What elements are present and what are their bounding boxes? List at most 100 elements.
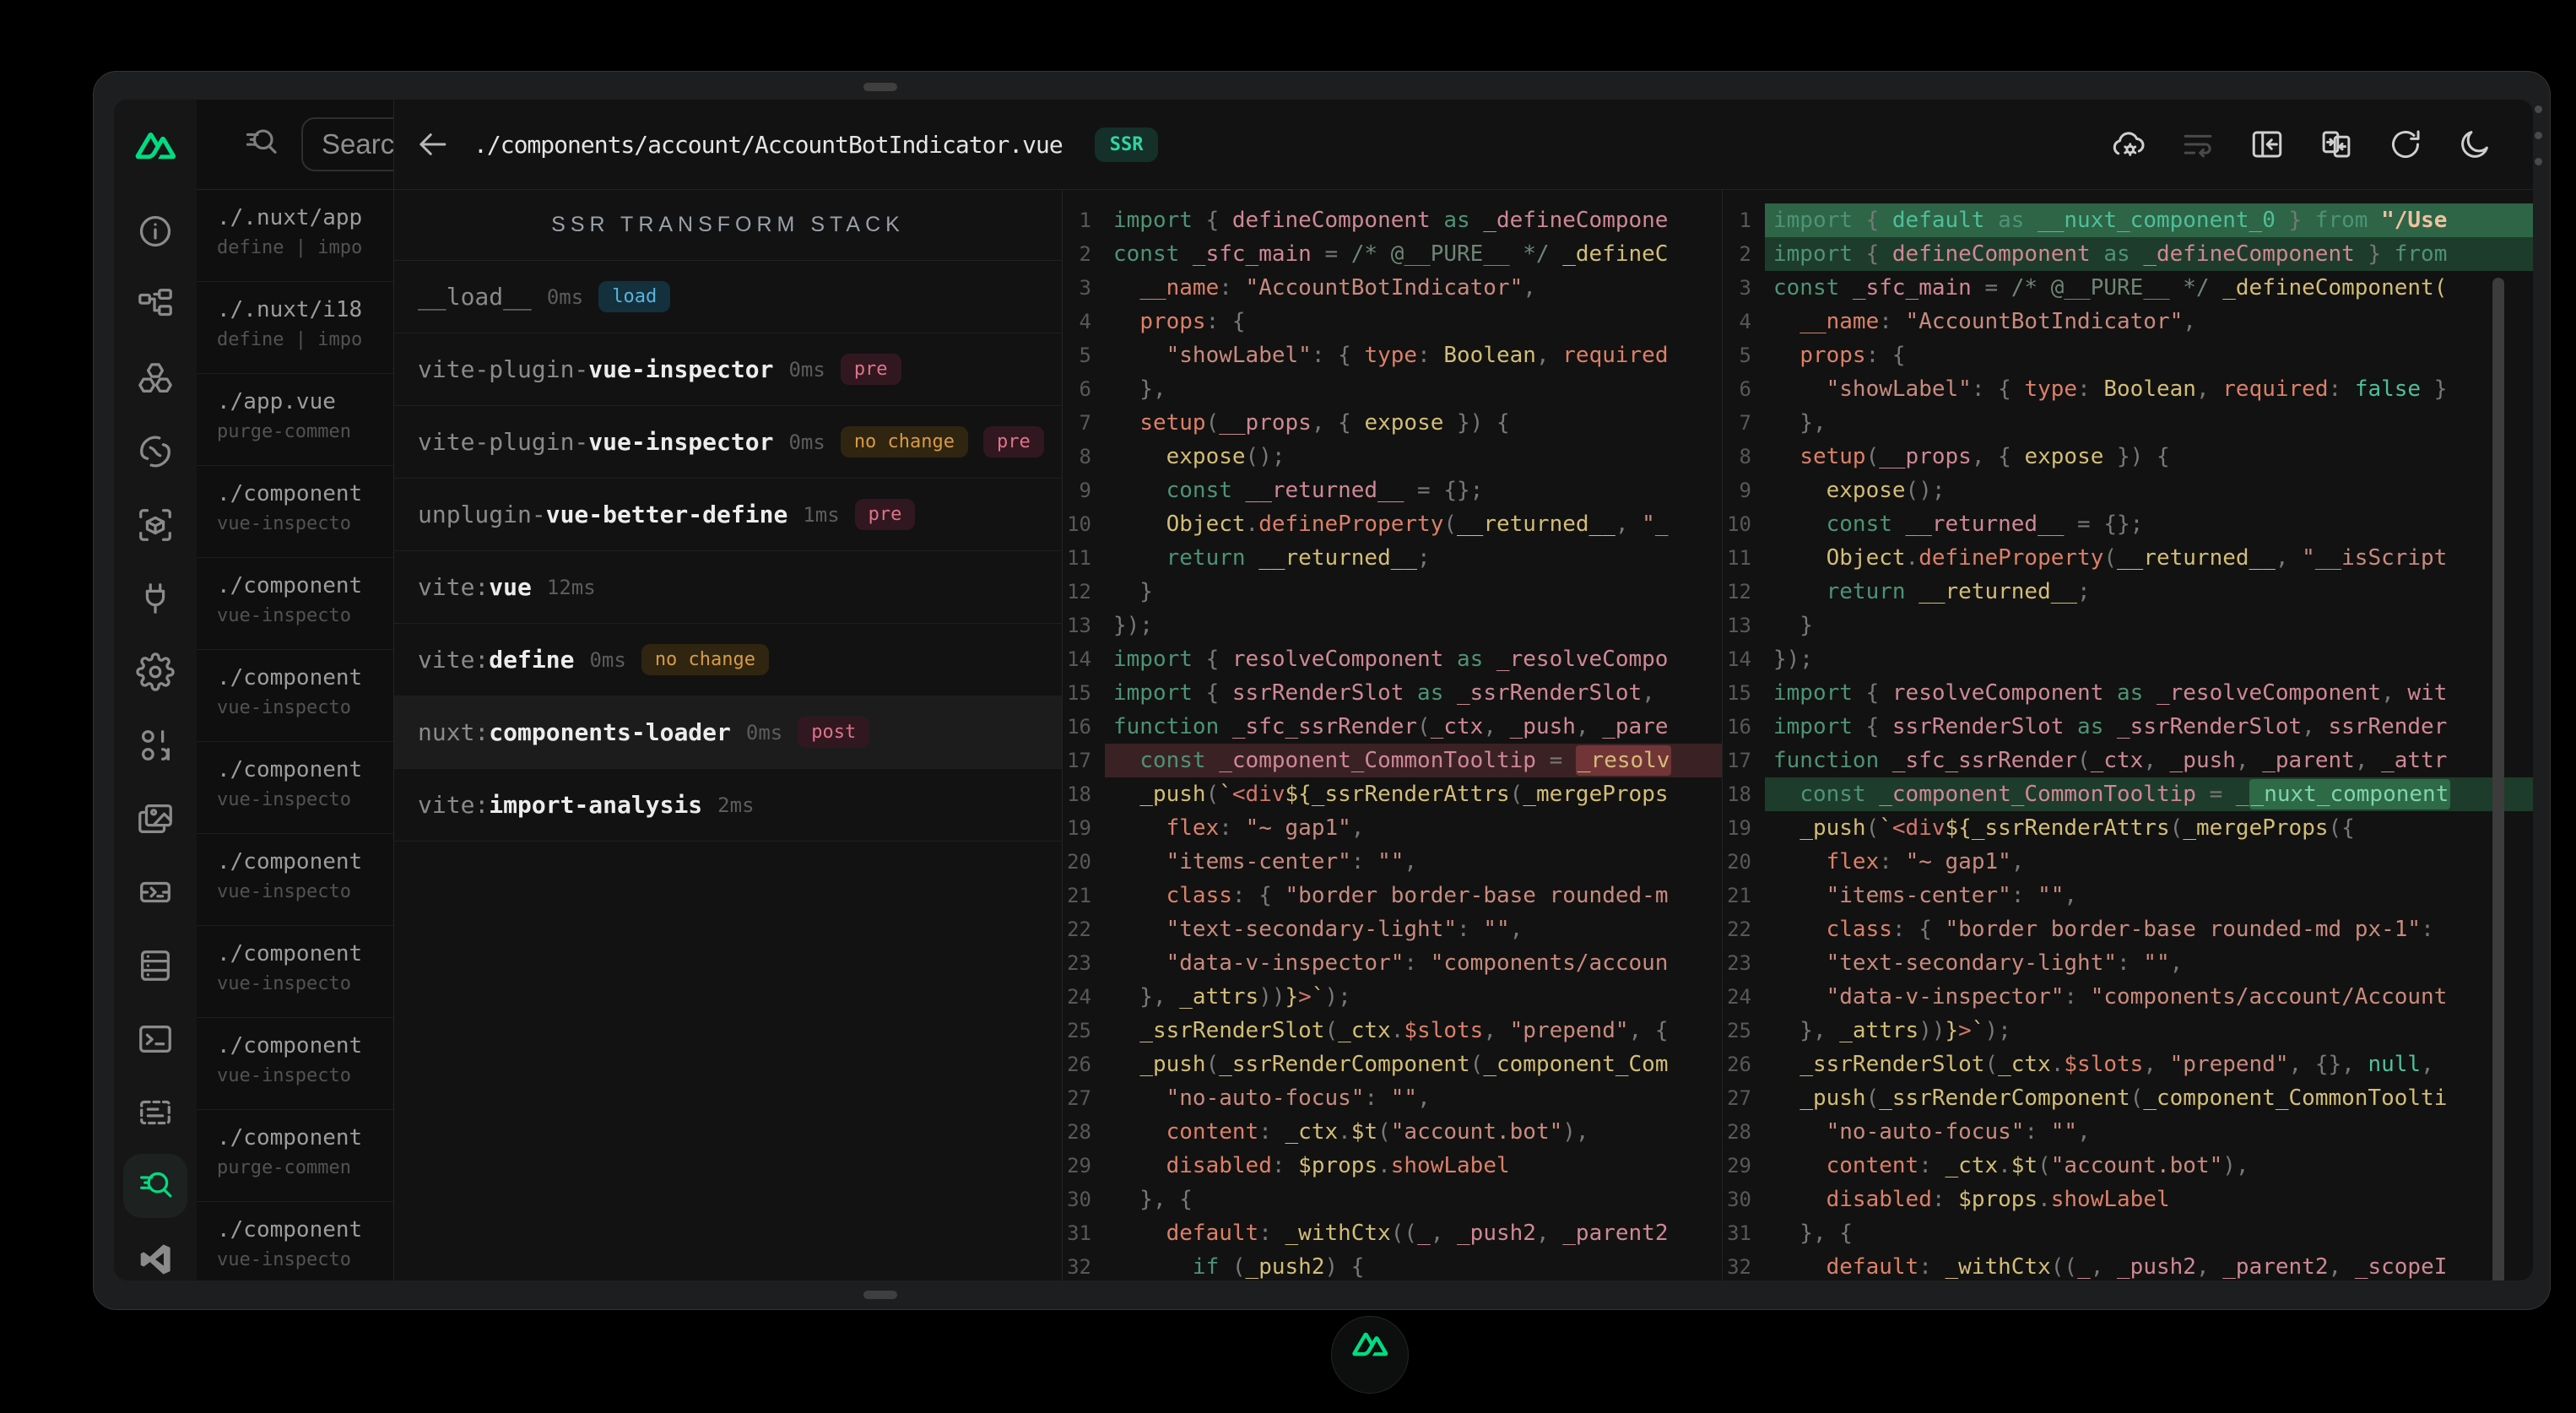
file-list-item[interactable]: ./componentvue-inspecto [197,650,393,742]
line-number: 2 [1723,237,1765,271]
line-number: 1 [1063,203,1105,237]
code-line: 19 flex: "~ gap1", [1063,811,1722,845]
code-line: 25 }, _attrs))}>`); [1723,1014,2533,1048]
code-line: 5 props: { [1723,338,2533,372]
sidebar-item-storage[interactable] [123,934,187,998]
stack-row[interactable]: vite-plugin-vue-inspector0mspre [394,333,1062,406]
sidebar-item-components[interactable] [123,346,187,410]
file-list-item[interactable]: ./componentvue-inspecto [197,834,393,926]
moon-icon[interactable] [2457,127,2492,162]
code-text: import { resolveComponent as _resolveCom… [1765,676,2533,710]
line-number: 29 [1063,1149,1105,1183]
file-list-item[interactable]: ./componentvue-inspecto [197,742,393,834]
code-text: function _sfc_ssrRender(_ctx, _push, _pa… [1765,744,2533,777]
plugin-name: vue-inspector [588,355,773,383]
code-line: 1import { default as __nuxt_component_0 … [1723,203,2533,237]
back-button[interactable] [414,127,450,162]
file-path-label: ./.nuxt/app [217,205,393,230]
refresh-icon[interactable] [2388,127,2423,162]
payload-icon [136,726,175,765]
sidebar-item-runtime-config[interactable] [123,640,187,704]
code-line: 9 expose(); [1723,474,2533,507]
sidebar-item-payload[interactable] [123,713,187,777]
code-line: 14}); [1723,642,2533,676]
sidebar-item-pages[interactable] [123,273,187,337]
sidebar-item-vscode[interactable] [123,1227,187,1280]
search-input[interactable] [301,117,394,171]
collapse-panel-left-icon[interactable] [2249,127,2285,162]
stack-row[interactable]: vite:import-analysis2ms [394,769,1062,842]
stack-row[interactable]: unplugin-vue-better-define1mspre [394,479,1062,551]
file-list-item[interactable]: ./componentvue-inspecto [197,558,393,650]
terminal-icon [136,1020,175,1058]
stack-row[interactable]: __load__0msload [394,261,1062,333]
code-text: _push(`<div${_ssrRenderAttrs(_mergeProps… [1765,811,2533,845]
sidebar-item-terminal[interactable] [123,1007,187,1071]
stack-row[interactable]: nuxt:components-loader0mspost [394,696,1062,769]
file-path-label: ./component [217,665,393,690]
code-text: content: _ctx.$t("account.bot"), [1105,1115,1722,1149]
file-list-item[interactable]: ./componentvue-inspecto [197,926,393,1018]
code-text: default: _withCtx((_, _push2, _parent2 [1105,1216,1722,1250]
cloud-settings-icon[interactable] [2111,127,2146,162]
line-number: 2 [1063,237,1105,271]
sidebar-item-modules[interactable] [123,493,187,557]
code-text: "showLabel": { type: Boolean, required: … [1765,372,2533,406]
line-number: 24 [1723,980,1765,1014]
line-number: 15 [1063,676,1105,710]
split-diff-icon[interactable] [2319,127,2354,162]
code-text: setup(__props, { expose }) { [1105,406,1722,440]
stack-row[interactable]: vite:define0msno change [394,624,1062,696]
code-panel-after[interactable]: 1import { default as __nuxt_component_0 … [1723,190,2533,1280]
sidebar-item-assets[interactable] [123,787,187,851]
sidebar-item-plugins[interactable] [123,566,187,631]
stack-row[interactable]: vite:vue12ms [394,551,1062,624]
file-list-item[interactable]: ./componentvue-inspecto [197,466,393,558]
file-list-item[interactable]: ./componentpurge-commen [197,1110,393,1202]
sidebar-item-inspect[interactable] [123,1154,187,1218]
resize-grip-bottom[interactable] [863,1291,897,1299]
line-number: 21 [1723,879,1765,912]
scrollbar-thumb[interactable] [2492,278,2504,1280]
resize-grip-right[interactable] [2535,106,2545,165]
file-list-item[interactable]: ./componentvue-inspecto [197,1018,393,1110]
file-list-item[interactable]: ./.nuxt/i18define | impo [197,282,393,374]
plugin-duration: 0ms [788,358,825,382]
code-line: 24 }, _attrs))}>`); [1063,980,1722,1014]
line-number: 10 [1063,507,1105,541]
plugin-name: vue-better-define [546,501,788,528]
plugin-duration: 2ms [717,793,754,817]
code-text: import { default as __nuxt_component_0 }… [1765,203,2533,237]
sidebar-item-imports[interactable] [123,420,187,484]
file-path-label: ./component [217,481,393,506]
code-line: 12 } [1063,575,1722,609]
modules-icon [136,506,175,544]
stack-row[interactable]: vite-plugin-vue-inspector0msno changepre [394,406,1062,479]
code-line: 32 if (_push2) { [1063,1250,1722,1280]
code-line: 4 props: { [1063,305,1722,338]
devtools-window: ./.nuxt/appdefine | impo./.nuxt/i18defin… [93,71,2551,1310]
sidebar-item-virtual-files[interactable] [123,1080,187,1145]
line-number: 4 [1723,305,1765,338]
file-path: ./components/account/AccountBotIndicator… [474,131,1063,159]
sidebar-item-info[interactable] [123,199,187,263]
code-text: }, [1105,372,1722,406]
line-number: 7 [1063,406,1105,440]
line-number: 15 [1723,676,1765,710]
file-list-item[interactable]: ./componentvue-inspecto [197,1202,393,1280]
code-line: 10 Object.defineProperty(__returned__, "… [1063,507,1722,541]
code-line: 28 "no-auto-focus": "", [1723,1115,2533,1149]
file-list-item[interactable]: ./app.vuepurge-commen [197,374,393,466]
code-panel-before[interactable]: 1import { defineComponent as _defineComp… [1063,190,1723,1280]
file-list-item[interactable]: ./.nuxt/appdefine | impo [197,190,393,282]
code-line: 9 const __returned__ = {}; [1063,474,1722,507]
word-wrap-icon[interactable] [2180,127,2216,162]
code-text: expose(); [1765,474,2533,507]
code-text: const _component_CommonTooltip = __nuxt_… [1765,777,2533,811]
line-number: 16 [1723,710,1765,744]
resize-grip-top[interactable] [863,83,897,91]
line-number: 31 [1063,1216,1105,1250]
nuxt-devtools-toggle-button[interactable] [1331,1316,1409,1394]
code-line: 26 _push(_ssrRenderComponent(_component_… [1063,1048,1722,1081]
sidebar-item-server-routes[interactable] [123,860,187,924]
